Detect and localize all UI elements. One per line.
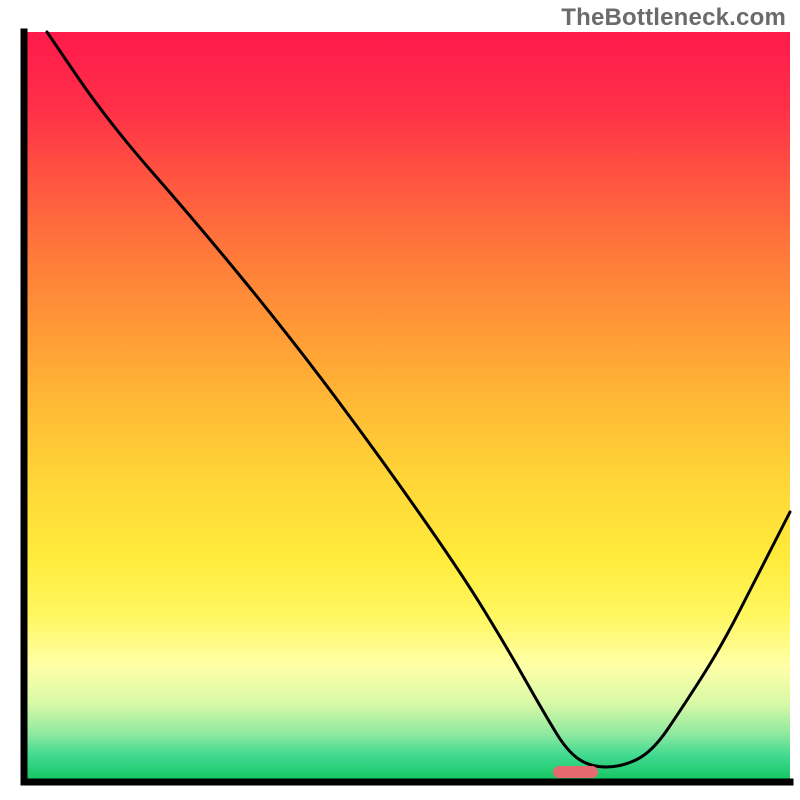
chart-container: TheBottleneck.com [0,0,800,800]
optimal-range-marker [553,766,599,778]
bottleneck-chart [0,0,800,800]
plot-background [28,32,791,779]
watermark-text: TheBottleneck.com [561,4,786,32]
